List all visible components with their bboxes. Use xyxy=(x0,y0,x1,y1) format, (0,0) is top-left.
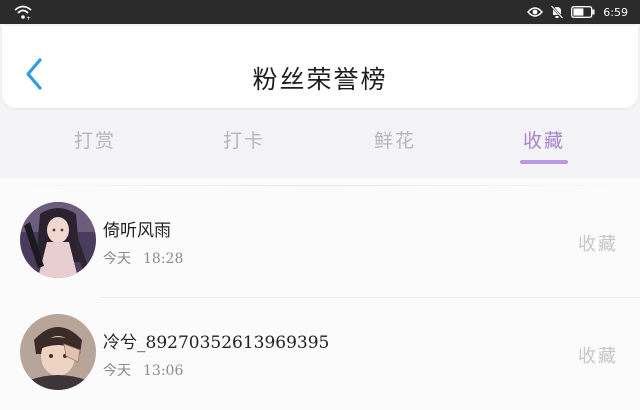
clock-time: 6:59 xyxy=(603,5,628,19)
page-title: 粉丝荣誉榜 xyxy=(252,65,388,94)
action-tag: 收藏 xyxy=(578,346,618,367)
svg-text:+: + xyxy=(26,15,31,20)
tab-checkin[interactable]: 打卡 xyxy=(199,126,289,153)
action-tag: 收藏 xyxy=(578,234,618,255)
status-bar: + 6:59 xyxy=(0,0,640,24)
mute-bell-icon xyxy=(551,5,564,19)
record-clock: 13:06 xyxy=(143,363,184,379)
nickname: 倚听风雨 xyxy=(103,221,171,241)
eye-icon xyxy=(527,7,544,17)
active-tab-underline xyxy=(520,160,568,164)
wifi-icon: + xyxy=(14,5,32,20)
record-day: 今天 xyxy=(103,363,131,379)
avatar[interactable] xyxy=(20,202,96,278)
header: 粉丝荣誉榜 xyxy=(2,26,638,108)
tab-tip[interactable]: 打赏 xyxy=(50,126,140,153)
list-item[interactable]: 冷兮_89270352613969395 今天 13:06 收藏 xyxy=(0,298,640,410)
record-clock: 18:28 xyxy=(143,251,184,267)
battery-icon xyxy=(571,6,595,18)
fan-list: 倚听风雨 今天 18:28 收藏 冷兮_89270352613969395 今天 1… xyxy=(0,178,640,410)
tab-bar: 打赏 打卡 鲜花 收藏 xyxy=(0,118,640,168)
tab-flowers[interactable]: 鲜花 xyxy=(350,126,440,153)
list-item[interactable]: 倚听风雨 今天 18:28 收藏 xyxy=(0,186,640,298)
tab-favorites[interactable]: 收藏 xyxy=(499,126,589,153)
record-time: 今天 13:06 xyxy=(103,360,183,380)
nickname: 冷兮_89270352613969395 xyxy=(103,333,330,353)
record-day: 今天 xyxy=(103,251,131,267)
avatar[interactable] xyxy=(20,314,96,390)
record-time: 今天 18:28 xyxy=(103,248,183,268)
